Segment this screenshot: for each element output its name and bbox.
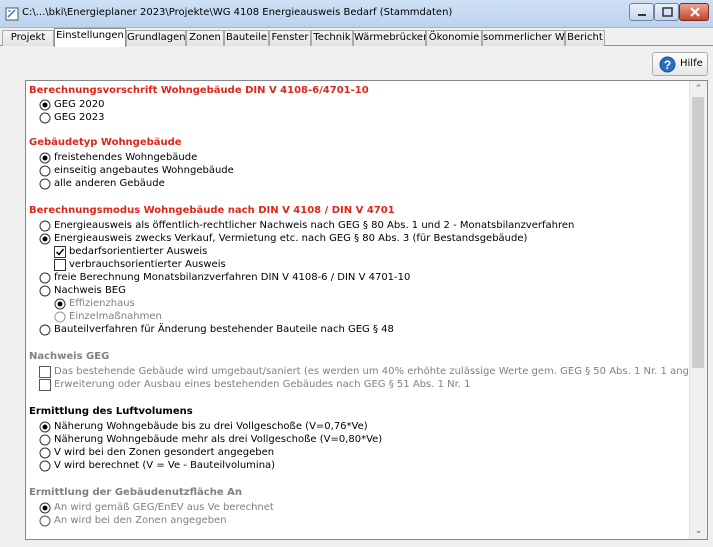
option-label: Einzelmaßnahmen	[69, 311, 162, 322]
close-button[interactable]	[679, 3, 709, 21]
radio-icon	[39, 220, 51, 232]
tab-sommerlicher-ws[interactable]: sommerlicher WS	[482, 30, 571, 46]
minimize-button[interactable]	[629, 3, 654, 21]
option-label: freistehendes Wohngebäude	[54, 152, 198, 163]
option-label: Energieausweis zwecks Verkauf, Vermietun…	[54, 233, 528, 244]
maximize-button[interactable]	[654, 3, 679, 21]
tab-oekonomie[interactable]: Ökonomie	[426, 30, 482, 46]
checkbox-icon	[54, 259, 66, 271]
tab-bar: Projekt Einstellungen Grundlagen Zonen B…	[0, 28, 713, 47]
section-heading-berechnungsmodus: Berechnungsmodus Wohngebäude nach DIN V …	[29, 205, 395, 216]
help-icon: ?	[659, 56, 676, 73]
radio-checked-icon	[39, 99, 51, 111]
app-icon	[5, 7, 19, 21]
option-label: Erweiterung oder Ausbau eines bestehende…	[54, 379, 471, 390]
close-icon	[690, 7, 700, 17]
tab-bauteile[interactable]: Bauteile	[224, 30, 269, 46]
settings-panel: Berechnungsvorschrift Wohngebäude DIN V …	[25, 80, 708, 540]
option-label: freie Berechnung Monatsbilanzverfahren D…	[54, 272, 411, 283]
option-label: Energieausweis als öffentlich-rechtliche…	[54, 220, 575, 231]
radio-checked-icon	[39, 421, 51, 433]
option-label: GEG 2023	[54, 112, 105, 123]
tab-projekt[interactable]: Projekt	[2, 30, 54, 46]
scroll-down-icon[interactable]: ⌄	[690, 523, 707, 539]
radio-icon	[39, 447, 51, 459]
section-heading-luftvolumen: Ermittlung des Luftvolumens	[29, 406, 193, 417]
option-label: Bauteilverfahren für Änderung bestehende…	[54, 324, 394, 335]
tab-fenster[interactable]: Fenster	[269, 30, 311, 46]
radio-checked-icon	[39, 233, 51, 245]
title-bar: C:\...\bki\Energieplaner 2023\Projekte\W…	[0, 0, 713, 28]
help-label: Hilfe	[680, 58, 703, 69]
option-label: Näherung Wohngebäude bis zu drei Vollges…	[54, 421, 368, 432]
checkbox-icon	[39, 366, 51, 378]
option-label: Näherung Wohngebäude mehr als drei Vollg…	[54, 434, 383, 445]
scroll-up-icon[interactable]: ⌃	[690, 81, 707, 97]
option-label: Das bestehende Gebäude wird umgebaut/san…	[54, 366, 708, 377]
radio-icon	[54, 311, 66, 323]
option-label: alle anderen Gebäude	[54, 178, 165, 189]
option-label: verbrauchsorientierter Ausweis	[69, 259, 226, 270]
option-label: Nachweis BEG	[54, 285, 126, 296]
radio-icon	[39, 434, 51, 446]
checkbox-icon	[39, 379, 51, 391]
option-label: V wird bei den Zonen gesondert angegeben	[54, 447, 275, 458]
checkbox-checked-icon	[54, 246, 66, 258]
option-label: einseitig angebautes Wohngebäude	[54, 165, 234, 176]
radio-icon	[39, 272, 51, 284]
option-label: Effizienzhaus	[69, 298, 135, 309]
tab-technik[interactable]: Technik	[311, 30, 353, 46]
radio-icon	[39, 165, 51, 177]
radio-icon	[39, 285, 51, 297]
tab-grundlagen[interactable]: Grundlagen	[126, 30, 186, 46]
tab-waermebruecken[interactable]: Wärmebrücken	[353, 30, 429, 46]
help-button[interactable]: ? Hilfe	[652, 52, 708, 76]
section-heading-nutzflaeche: Ermittlung der Gebäudenutzfläche An	[29, 487, 242, 498]
radio-icon	[39, 178, 51, 190]
section-heading-nachweis-geg: Nachweis GEG	[29, 351, 110, 362]
window-title: C:\...\bki\Energieplaner 2023\Projekte\W…	[22, 7, 453, 18]
radio-icon	[39, 324, 51, 336]
vertical-scrollbar[interactable]: ⌃ ⌄	[689, 81, 707, 539]
option-label: GEG 2020	[54, 99, 105, 110]
section-heading-berechnungsvorschrift: Berechnungsvorschrift Wohngebäude DIN V …	[29, 85, 369, 96]
scroll-thumb[interactable]	[692, 97, 704, 368]
radio-icon	[39, 515, 51, 527]
radio-checked-icon	[39, 152, 51, 164]
tab-zonen[interactable]: Zonen	[186, 30, 224, 46]
radio-icon	[39, 112, 51, 124]
radio-icon	[39, 460, 51, 472]
section-heading-gebaeudetyp: Gebäudetyp Wohngebäude	[29, 137, 182, 148]
option-label: An wird bei den Zonen angegeben	[54, 515, 227, 526]
minimize-icon	[638, 14, 646, 16]
tab-bericht[interactable]: Bericht	[565, 30, 605, 46]
option-label: bedarfsorientierter Ausweis	[69, 246, 208, 257]
radio-checked-icon	[54, 298, 66, 310]
maximize-icon	[662, 7, 673, 17]
radio-checked-icon	[39, 502, 51, 514]
option-label: An wird gemäß GEG/EnEV aus Ve berechnet	[54, 502, 274, 513]
svg-text:?: ?	[664, 58, 671, 72]
option-label: V wird berechnet (V = Ve - Bauteilvolumi…	[54, 460, 276, 471]
tab-einstellungen[interactable]: Einstellungen	[54, 28, 126, 47]
